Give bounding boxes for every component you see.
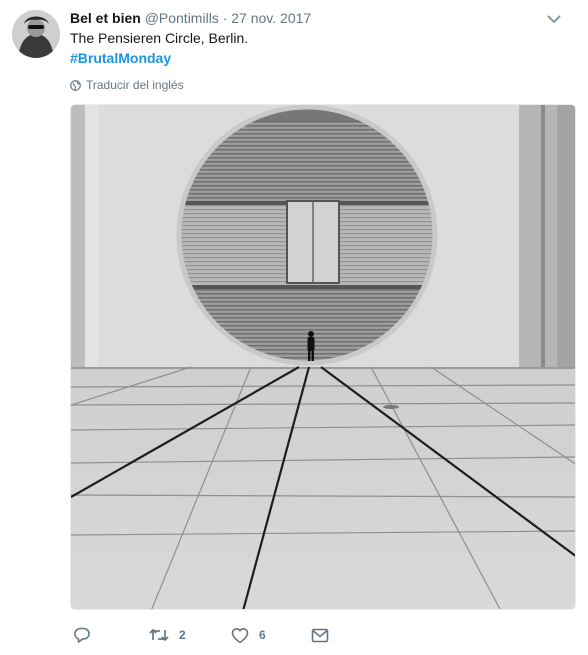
- author-name[interactable]: Bel et bien: [70, 10, 141, 26]
- translate-link[interactable]: Traducir del inglés: [70, 78, 184, 92]
- direct-message-button[interactable]: [311, 625, 329, 645]
- avatar[interactable]: [12, 10, 60, 58]
- retweet-icon: [149, 628, 169, 642]
- tweet-text: The Pensieren Circle, Berlin. #BrutalMon…: [70, 28, 248, 68]
- retweet-button[interactable]: 2: [149, 625, 186, 645]
- tweet-header: Bel et bien @Pontimills · 27 nov. 2017: [70, 9, 311, 27]
- header-separator: ·: [222, 10, 228, 26]
- tweet-text-line: The Pensieren Circle, Berlin.: [70, 30, 249, 46]
- tweet-photo[interactable]: [70, 104, 576, 610]
- heart-icon: [231, 627, 249, 643]
- reply-button[interactable]: [73, 625, 91, 645]
- tweet-card: Bel et bien @Pontimills · 27 nov. 2017 T…: [0, 0, 588, 655]
- globe-icon: [70, 79, 81, 91]
- tweet-date[interactable]: 27 nov. 2017: [231, 10, 311, 26]
- retweet-count: 2: [179, 628, 186, 642]
- translate-label: Traducir del inglés: [86, 78, 184, 92]
- reply-icon: [74, 627, 90, 643]
- author-handle[interactable]: @Pontimills: [145, 10, 219, 26]
- like-button[interactable]: 6: [231, 625, 266, 645]
- chevron-down-icon[interactable]: [547, 14, 561, 24]
- hashtag-link[interactable]: #BrutalMonday: [70, 48, 248, 68]
- envelope-icon: [311, 628, 329, 642]
- tweet-actions: 2 6: [70, 625, 470, 645]
- like-count: 6: [259, 628, 266, 642]
